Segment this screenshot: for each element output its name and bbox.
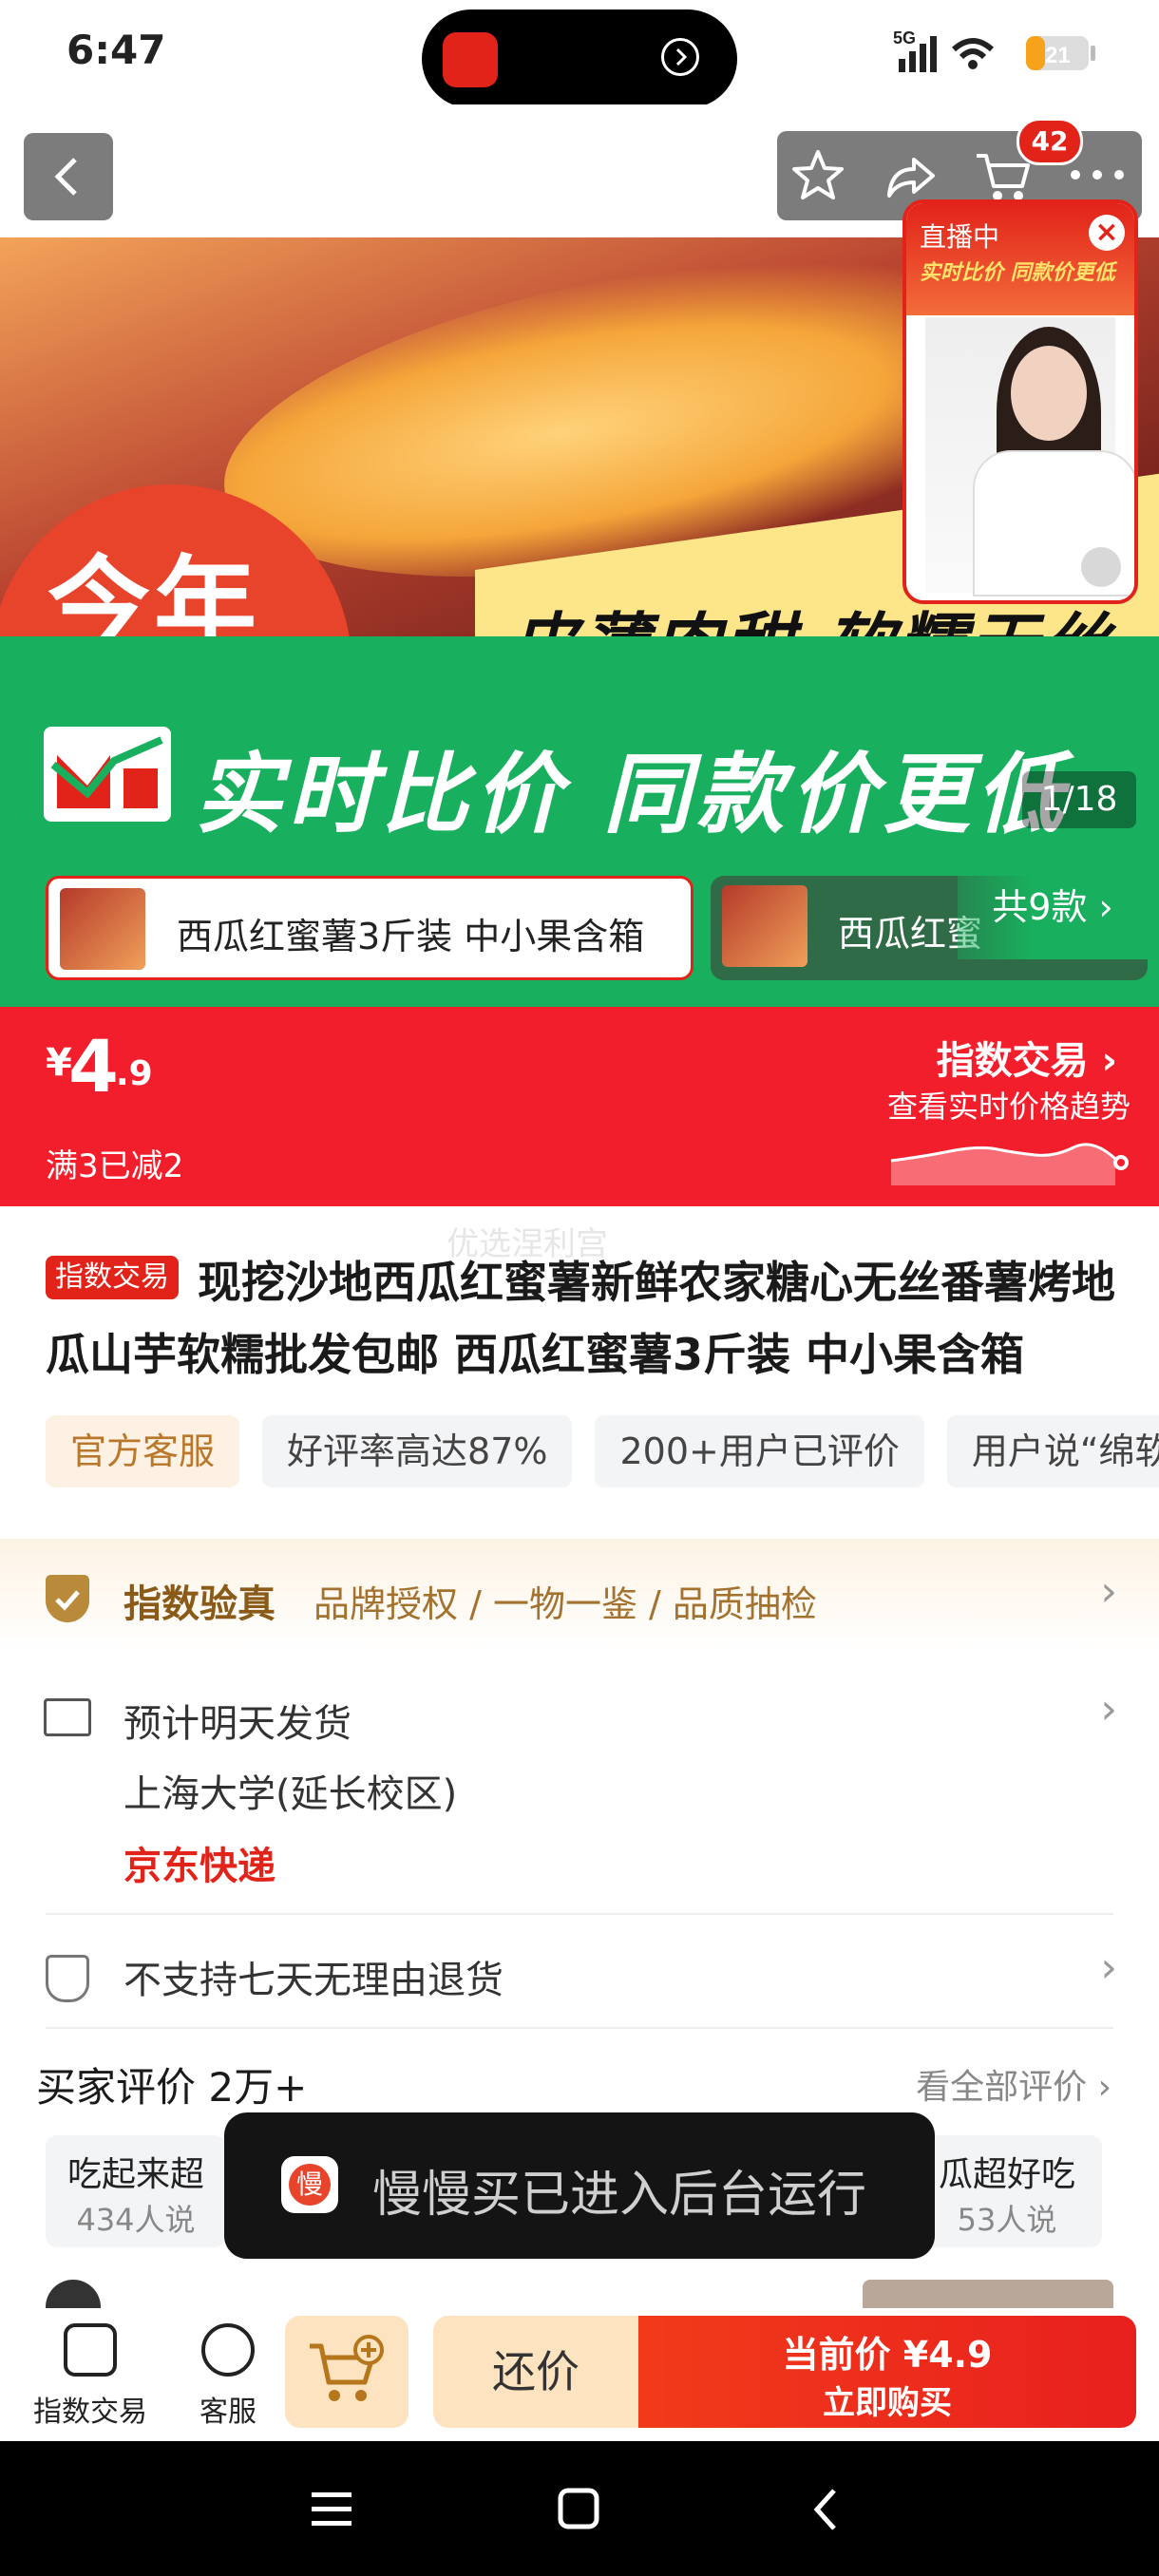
- share-icon[interactable]: [882, 146, 940, 205]
- home-icon[interactable]: [557, 2487, 602, 2532]
- review-count-chip[interactable]: 200+用户已评价: [595, 1415, 924, 1487]
- see-all-reviews-link[interactable]: 看全部评价 ›: [916, 2059, 1112, 2109]
- more-icon[interactable]: [1066, 165, 1129, 184]
- ship-carrier: 京东快递: [124, 1845, 276, 1888]
- chat-icon: [201, 2323, 255, 2377]
- review-tag-count: 53人说: [957, 2202, 1057, 2238]
- star-icon[interactable]: [788, 146, 847, 205]
- background-run-toast: 慢 慢慢买已进入后台运行: [224, 2112, 935, 2259]
- bargain-button[interactable]: 还价: [433, 2316, 638, 2428]
- live-badge: 直播中: [920, 221, 1000, 253]
- rating-chip[interactable]: 好评率高达87%: [262, 1415, 573, 1487]
- price-integer: 4: [68, 1024, 119, 1108]
- verify-title: 指数验真: [124, 1582, 276, 1626]
- divider: [46, 2027, 1113, 2029]
- customer-service-tab[interactable]: 客服: [180, 2318, 276, 2432]
- manmanmai-app-icon: 慢: [281, 2156, 338, 2213]
- divider: [46, 1913, 1113, 1915]
- network-label: 5G: [893, 28, 916, 47]
- price-trend-link[interactable]: 查看实时价格趋势: [887, 1083, 1130, 1127]
- index-trade-tag: 指数交易: [46, 1256, 179, 1299]
- ship-address: 上海大学(延长校区): [124, 1772, 458, 1816]
- cart-plus-icon: [310, 2335, 384, 2401]
- product-title: 现挖沙地西瓜红蜜薯新鲜农家糖心无丝番薯烤地瓜山芋软糯批发包邮 西瓜红蜜薯3斤装 …: [46, 1257, 1115, 1380]
- price-bar: ¥ 4 .9 满3已减2 指数交易 › 查看实时价格趋势: [0, 1007, 1159, 1206]
- chevron-right-icon: ›: [1100, 1567, 1117, 1616]
- shield-icon: [46, 1955, 89, 2002]
- avatar: [46, 2280, 101, 2308]
- authenticity-bar[interactable]: 指数验真 品牌授权 / 一物一鉴 / 品质抽检 ›: [0, 1539, 1159, 1653]
- variant-label: 西瓜红蜜薯3斤装 中小果含箱: [177, 916, 645, 957]
- truck-icon: [44, 1698, 91, 1736]
- jd-app-icon: [443, 32, 498, 87]
- page-indicator: 1/18: [1022, 771, 1136, 828]
- product-info: 优选涅利宫 现挖沙地西瓜红蜜薯新鲜农家糖心无丝番薯烤地瓜山芋软糯批发包邮 西瓜红…: [0, 1206, 1159, 1510]
- buy-now-button[interactable]: 当前价 ¥4.9 立即购买: [638, 2316, 1136, 2428]
- live-stream-window[interactable]: 直播中 × 实时比价 同款价更低: [902, 199, 1138, 604]
- variant-count-button[interactable]: 共9款 ›: [958, 855, 1148, 959]
- status-time: 6:47: [66, 27, 166, 73]
- buy-now-label: 立即购买: [823, 2384, 952, 2422]
- price-decimal: .9: [116, 1054, 153, 1093]
- streamer-face: [1011, 346, 1087, 441]
- promo-text: 满3已减2: [46, 1147, 184, 1185]
- status-bar: 6:47 5G 21: [0, 0, 1159, 108]
- bottom-action-bar: 指数交易 客服 还价 当前价 ¥4.9 立即购买: [0, 2308, 1159, 2441]
- battery-level: 21: [1045, 43, 1071, 68]
- tab-label: 指数交易: [33, 2396, 147, 2429]
- chevron-right-icon: ›: [1100, 1943, 1117, 1992]
- index-chart-icon: [64, 2323, 117, 2377]
- review-tag[interactable]: 瓜超好吃 53人说: [912, 2135, 1102, 2247]
- chart-logo-icon: [44, 727, 171, 822]
- user-quote-chip[interactable]: 用户说“绵软: [946, 1415, 1159, 1487]
- tab-label: 客服: [200, 2396, 256, 2429]
- review-tag-count: 434人说: [76, 2202, 196, 2238]
- system-nav-bar: [0, 2441, 1159, 2576]
- buy-current-price: 当前价 ¥4.9: [782, 2334, 993, 2376]
- price-trend-sparkline: [890, 1143, 1129, 1185]
- shipping-info[interactable]: 预计明天发货 上海大学(延长校区) 京东快递 ›: [0, 1672, 1159, 1909]
- dynamic-island[interactable]: [422, 9, 737, 108]
- variant-selector: 西瓜红蜜薯3斤装 中小果含箱 西瓜红蜜 共9款 ›: [0, 855, 1159, 1007]
- add-to-cart-button[interactable]: [285, 2316, 408, 2428]
- review-tag-title: 瓜超好吃: [938, 2155, 1075, 2194]
- highlight-chips: 官方客服 好评率高达87% 200+用户已评价 用户说“绵软: [46, 1415, 1159, 1487]
- mute-icon[interactable]: [1081, 547, 1121, 587]
- index-trade-link[interactable]: 指数交易 ›: [937, 1030, 1117, 1085]
- back-icon[interactable]: [808, 2487, 846, 2532]
- official-service-chip[interactable]: 官方客服: [46, 1415, 240, 1487]
- close-icon[interactable]: ×: [1089, 215, 1125, 251]
- review-list-peek: [46, 2280, 1113, 2308]
- chevron-right-icon: ›: [1100, 1685, 1117, 1733]
- variant-thumbnail: [722, 885, 808, 967]
- review-tag[interactable]: 吃起来超 434人说: [46, 2135, 226, 2247]
- cart-count-badge: 42: [1016, 118, 1083, 165]
- review-tag-title: 吃起来超: [66, 2155, 204, 2194]
- index-trade-tab[interactable]: 指数交易: [28, 2318, 152, 2432]
- chevron-right-icon: [661, 38, 699, 76]
- back-button[interactable]: [24, 133, 113, 220]
- back-arrow-icon: [54, 158, 77, 196]
- price-compare-text: 实时比价 同款价更低: [195, 744, 1070, 845]
- status-icons: 5G 21: [893, 28, 1095, 72]
- live-banner: 实时比价 同款价更低: [920, 261, 1115, 285]
- reviews-title: 买家评价 2万+: [36, 2064, 308, 2111]
- verify-subtitle: 品牌授权 / 一物一鉴 / 品质抽检: [314, 1583, 817, 1625]
- variant-option-selected[interactable]: 西瓜红蜜薯3斤装 中小果含箱: [46, 876, 694, 980]
- review-photo: [863, 2280, 1113, 2308]
- ship-estimate: 预计明天发货: [124, 1702, 352, 1746]
- menu-icon[interactable]: [310, 2489, 353, 2530]
- shield-check-icon: [46, 1575, 89, 1622]
- return-policy-text: 不支持七天无理由退货: [124, 1959, 504, 2002]
- toast-text: 慢慢买已进入后台运行: [372, 2167, 867, 2224]
- variant-thumbnail: [60, 888, 145, 970]
- return-policy-row[interactable]: 不支持七天无理由退货 ›: [0, 1928, 1159, 2023]
